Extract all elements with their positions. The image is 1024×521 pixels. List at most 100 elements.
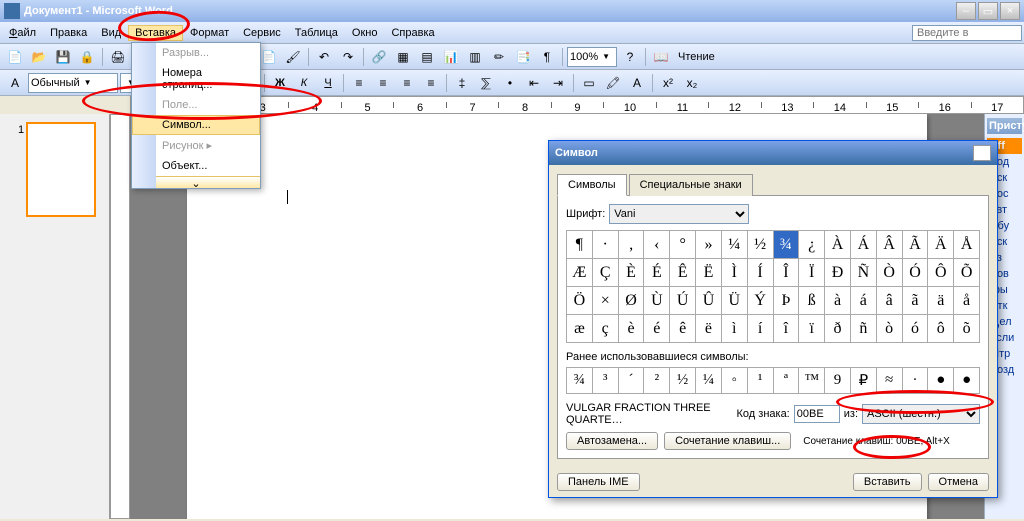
format-painter-icon[interactable]: 🖌 xyxy=(282,46,304,68)
insert-button[interactable]: Вставить xyxy=(853,473,922,491)
symbol-cell[interactable]: ¶ xyxy=(567,231,593,259)
symbol-cell[interactable]: × xyxy=(593,287,619,315)
excel-icon[interactable]: 📊 xyxy=(440,46,462,68)
minimize-button[interactable]: – xyxy=(956,2,976,20)
menu-insert[interactable]: Вставка xyxy=(128,25,183,41)
borders-icon[interactable]: ▭ xyxy=(578,72,600,94)
save-icon[interactable]: 💾 xyxy=(52,46,74,68)
symbol-cell[interactable]: ó xyxy=(903,315,929,343)
symbol-cell[interactable]: Â xyxy=(877,231,903,259)
symbol-cell[interactable]: ã xyxy=(903,287,929,315)
shortcut-button[interactable]: Сочетание клавиш... xyxy=(664,432,791,450)
menu-item-[interactable]: Рисунок ▸ xyxy=(132,135,260,156)
recent-symbol-cell[interactable]: ª xyxy=(774,368,800,394)
insert-table-icon[interactable]: ▤ xyxy=(416,46,438,68)
menu-view[interactable]: Вид xyxy=(94,25,128,41)
highlight-icon[interactable]: 🖍 xyxy=(602,72,624,94)
tables-borders-icon[interactable]: ▦ xyxy=(392,46,414,68)
symbol-cell[interactable]: Ñ xyxy=(851,259,877,287)
symbol-cell[interactable]: Ê xyxy=(670,259,696,287)
recent-symbol-cell[interactable]: ¼ xyxy=(696,368,722,394)
recent-symbol-cell[interactable]: ● xyxy=(928,368,954,394)
menu-item-[interactable]: Символ... xyxy=(132,115,260,135)
symbol-cell[interactable]: Í xyxy=(748,259,774,287)
symbol-cell[interactable]: ñ xyxy=(851,315,877,343)
symbol-cell[interactable]: Î xyxy=(774,259,800,287)
align-right-icon[interactable]: ≡ xyxy=(396,72,418,94)
numbered-list-icon[interactable]: ⅀ xyxy=(475,72,497,94)
hyperlink-icon[interactable]: 🔗 xyxy=(368,46,390,68)
symbol-cell[interactable]: À xyxy=(825,231,851,259)
cancel-button[interactable]: Отмена xyxy=(928,473,989,491)
redo-icon[interactable]: ↷ xyxy=(337,46,359,68)
reading-icon[interactable]: 📖 xyxy=(650,46,672,68)
columns-icon[interactable]: ▥ xyxy=(464,46,486,68)
symbol-cell[interactable]: ß xyxy=(799,287,825,315)
new-icon[interactable]: 📄 xyxy=(4,46,26,68)
symbol-cell[interactable]: ° xyxy=(670,231,696,259)
dialog-close-button[interactable]: × xyxy=(973,145,991,161)
question-input[interactable] xyxy=(912,25,1022,41)
vertical-ruler[interactable] xyxy=(110,114,130,519)
symbol-cell[interactable]: ë xyxy=(696,315,722,343)
menu-item-[interactable]: Номера страниц... xyxy=(132,63,260,95)
horizontal-ruler[interactable]: 1234567891011121314151617 xyxy=(130,96,1024,114)
symbol-cell[interactable]: â xyxy=(877,287,903,315)
symbol-cell[interactable]: í xyxy=(748,315,774,343)
symbol-cell[interactable]: ‹ xyxy=(644,231,670,259)
symbol-cell[interactable]: Ò xyxy=(877,259,903,287)
symbol-cell[interactable]: · xyxy=(593,231,619,259)
recent-symbol-cell[interactable]: 9 xyxy=(825,368,851,394)
symbol-cell[interactable]: Ç xyxy=(593,259,619,287)
menu-help[interactable]: Справка xyxy=(384,25,441,41)
ime-panel-button[interactable]: Панель IME xyxy=(557,473,640,491)
symbol-cell[interactable]: Þ xyxy=(774,287,800,315)
symbol-cell[interactable]: Ë xyxy=(696,259,722,287)
symbol-cell[interactable]: å xyxy=(954,287,980,315)
indent-left-icon[interactable]: ⇤ xyxy=(523,72,545,94)
symbol-cell[interactable]: ¾ xyxy=(774,231,800,259)
recent-symbol-cell[interactable]: ² xyxy=(644,368,670,394)
symbol-cell[interactable]: ç xyxy=(593,315,619,343)
recent-symbol-cell[interactable]: ◦ xyxy=(722,368,748,394)
menu-format[interactable]: Формат xyxy=(183,25,236,41)
symbol-cell[interactable]: Ô xyxy=(928,259,954,287)
menu-window[interactable]: Окно xyxy=(345,25,385,41)
symbol-cell[interactable]: Ð xyxy=(825,259,851,287)
symbol-cell[interactable]: é xyxy=(644,315,670,343)
tab-special-chars[interactable]: Специальные знаки xyxy=(629,174,753,196)
symbol-cell[interactable]: Æ xyxy=(567,259,593,287)
symbol-cell[interactable]: » xyxy=(696,231,722,259)
align-left-icon[interactable]: ≡ xyxy=(348,72,370,94)
symbol-cell[interactable]: ò xyxy=(877,315,903,343)
recent-symbol-cell[interactable]: ™ xyxy=(799,368,825,394)
symbol-cell[interactable]: á xyxy=(851,287,877,315)
italic-icon[interactable]: К xyxy=(293,72,315,94)
print-icon[interactable]: 🖨 xyxy=(107,46,129,68)
subscript-icon[interactable]: x₂ xyxy=(681,72,703,94)
symbol-cell[interactable]: Ö xyxy=(567,287,593,315)
bold-icon[interactable]: Ж xyxy=(269,72,291,94)
menu-file[interactable]: Файл xyxy=(2,25,43,41)
symbol-cell[interactable]: É xyxy=(644,259,670,287)
symbol-cell[interactable]: Ï xyxy=(799,259,825,287)
zoom-combo[interactable]: 100%▼ xyxy=(567,47,617,67)
reading-label[interactable]: Чтение xyxy=(674,51,719,63)
symbol-cell[interactable]: ½ xyxy=(748,231,774,259)
docmap-icon[interactable]: 📑 xyxy=(512,46,534,68)
restore-button[interactable]: ▭ xyxy=(978,2,998,20)
symbol-cell[interactable]: æ xyxy=(567,315,593,343)
menu-item-[interactable]: Разрыв... xyxy=(132,43,260,63)
recent-symbol-cell[interactable]: ³ xyxy=(593,368,619,394)
superscript-icon[interactable]: x² xyxy=(657,72,679,94)
recent-symbol-cell[interactable]: ₽ xyxy=(851,368,877,394)
symbol-cell[interactable]: ä xyxy=(928,287,954,315)
symbol-cell[interactable]: õ xyxy=(954,315,980,343)
symbol-cell[interactable]: ð xyxy=(825,315,851,343)
symbol-cell[interactable]: Õ xyxy=(954,259,980,287)
recent-symbol-cell[interactable]: ● xyxy=(954,368,980,394)
symbol-cell[interactable]: Ý xyxy=(748,287,774,315)
symbol-cell[interactable]: Û xyxy=(696,287,722,315)
undo-icon[interactable]: ↶ xyxy=(313,46,335,68)
page-thumbnail[interactable] xyxy=(26,122,96,217)
